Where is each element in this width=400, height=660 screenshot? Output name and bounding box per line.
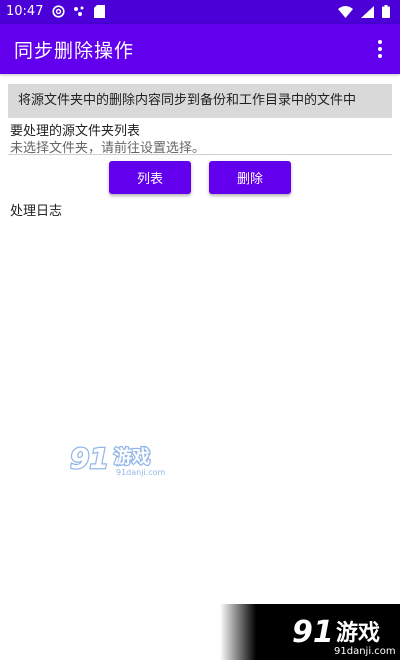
list-button[interactable]: 列表	[109, 161, 191, 194]
svg-text:91: 91	[292, 615, 334, 650]
dots-icon	[74, 6, 84, 16]
watermark-logo-corner: 91 游戏 91danji.com	[292, 615, 396, 657]
log-label: 处理日志	[10, 204, 63, 219]
status-bar: 10:47	[0, 0, 400, 24]
watermark-center-text: 游戏	[114, 446, 150, 468]
info-description: 将源文件夹中的删除内容同步到备份和工作目录中的文件中	[8, 84, 392, 118]
at-sign-icon	[52, 5, 65, 18]
signal-icon	[361, 5, 374, 18]
watermark-logo-center: 91 游戏 91danji.com	[70, 441, 166, 477]
watermark-corner-text: 游戏	[336, 620, 380, 646]
svg-text:91: 91	[70, 442, 109, 475]
delete-button[interactable]: 删除	[209, 161, 291, 194]
status-time: 10:47	[6, 4, 44, 19]
status-right-icons	[338, 5, 390, 18]
app-bar: 同步删除操作	[0, 24, 400, 74]
watermark-center-sub: 91danji.com	[116, 468, 166, 477]
app-title: 同步删除操作	[14, 40, 135, 62]
divider	[8, 154, 392, 155]
wifi-icon	[338, 5, 353, 18]
sd-card-icon	[94, 5, 105, 18]
status-left-icons	[52, 5, 105, 18]
battery-icon	[382, 5, 390, 18]
overflow-menu-icon[interactable]	[370, 37, 390, 61]
watermark-corner: 91 游戏 91danji.com	[220, 604, 400, 660]
watermark-corner-sub: 91danji.com	[334, 646, 396, 657]
